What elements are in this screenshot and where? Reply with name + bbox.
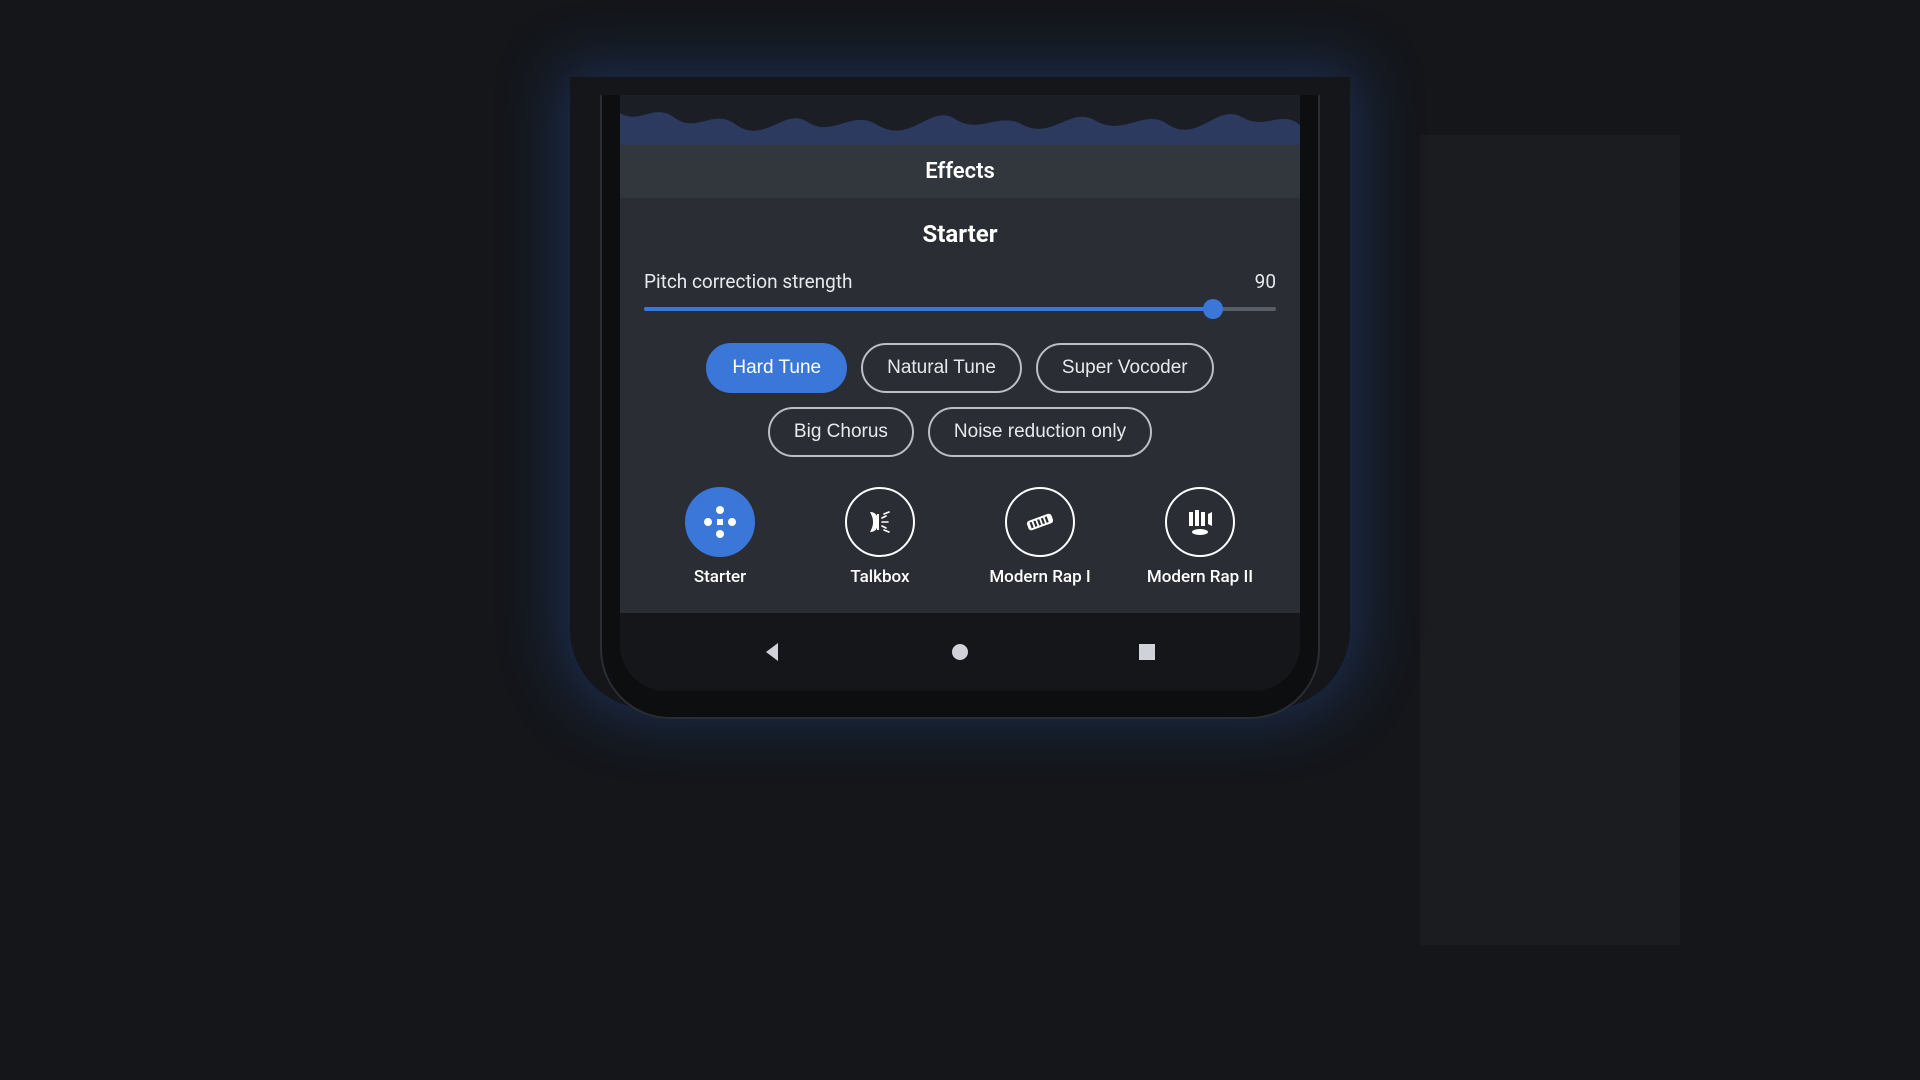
phone-screen: Effects Starter Pitch correction strengt…	[620, 95, 1300, 691]
chip-noise-reduction[interactable]: Noise reduction only	[928, 407, 1152, 457]
active-preset-title: Starter	[644, 220, 1276, 248]
keytar-icon	[1005, 487, 1075, 557]
preset-starter[interactable]: Starter	[644, 487, 796, 587]
chip-super-vocoder[interactable]: Super Vocoder	[1036, 343, 1214, 393]
android-navbar	[620, 613, 1300, 691]
talkbox-icon	[845, 487, 915, 557]
preset-modern-rap-2[interactable]: Modern Rap II	[1124, 487, 1276, 587]
chip-hard-tune[interactable]: Hard Tune	[706, 343, 847, 393]
preset-label: Talkbox	[850, 567, 909, 587]
preset-label: Starter	[694, 567, 746, 587]
nav-home-button[interactable]	[945, 637, 975, 667]
effects-panel: Effects Starter Pitch correction strengt…	[620, 145, 1300, 613]
dpad-icon	[685, 487, 755, 557]
panel-header: Effects	[620, 145, 1300, 198]
preset-talkbox[interactable]: Talkbox	[804, 487, 956, 587]
chip-natural-tune[interactable]: Natural Tune	[861, 343, 1022, 393]
preset-selector: Starter Talkbox	[644, 487, 1276, 587]
slider-value: 90	[1255, 270, 1276, 293]
nav-back-button[interactable]	[758, 637, 788, 667]
pitch-strength-slider[interactable]	[644, 307, 1276, 311]
slider-label: Pitch correction strength	[644, 270, 853, 293]
preset-label: Modern Rap II	[1147, 567, 1253, 587]
nav-recents-button[interactable]	[1132, 637, 1162, 667]
app-screenshot: Effects Starter Pitch correction strengt…	[240, 135, 1680, 945]
effect-chips: Hard Tune Natural Tune Super Vocoder Big…	[644, 343, 1276, 457]
preset-label: Modern Rap I	[989, 567, 1090, 587]
slider-thumb[interactable]	[1203, 299, 1223, 319]
bars-icon	[1165, 487, 1235, 557]
preset-modern-rap-1[interactable]: Modern Rap I	[964, 487, 1116, 587]
slider-fill	[644, 307, 1213, 311]
phone-frame: Effects Starter Pitch correction strengt…	[600, 95, 1320, 719]
panel-title: Effects	[925, 159, 995, 184]
chip-big-chorus[interactable]: Big Chorus	[768, 407, 914, 457]
waveform-visualizer	[620, 95, 1300, 145]
